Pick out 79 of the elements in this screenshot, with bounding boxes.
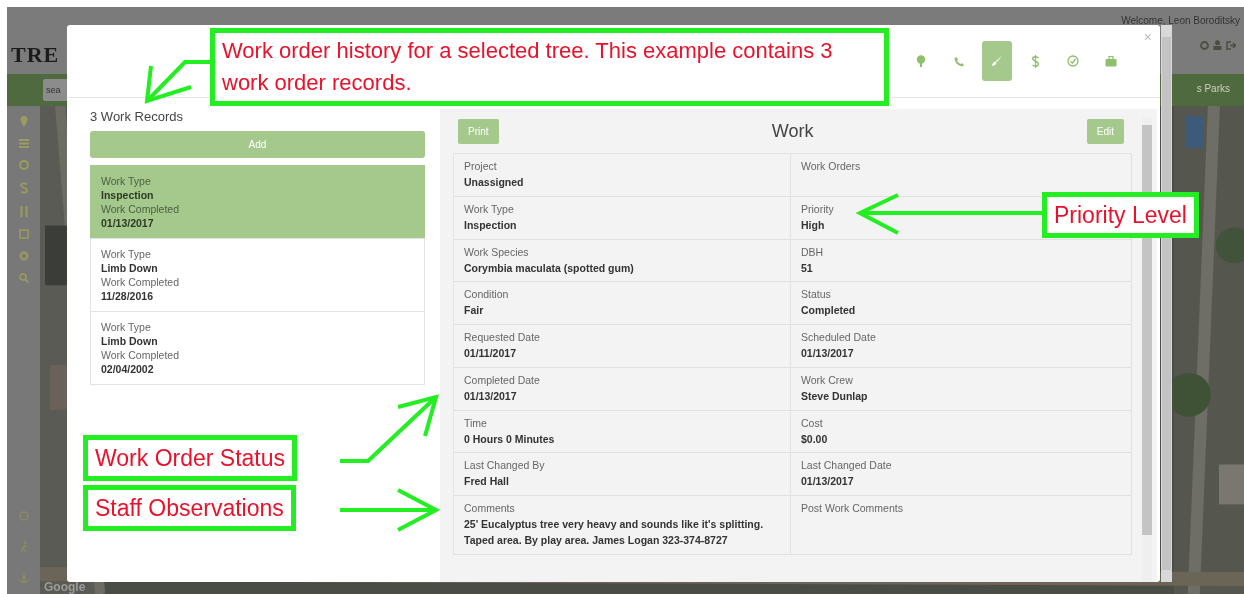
user-icon[interactable] [1213, 40, 1222, 50]
dollar-icon [1030, 54, 1040, 68]
field-label: Priority [801, 202, 835, 215]
field-label: Comments [464, 502, 516, 514]
records-title: 3 Work Records [90, 109, 184, 124]
dollar-icon[interactable] [19, 182, 28, 194]
record-type: Limb Down [101, 262, 159, 274]
field-value: Fred Hall [464, 474, 510, 490]
annotation-tooltip: Priority Level [1042, 192, 1199, 238]
record-label: Work Completed [101, 349, 180, 361]
field-value: 01/13/2017 [801, 346, 855, 361]
field-value: 25' Eucalyptus tree very heavy and sounds like it's splitting. Taped area. By play area. James Logan 323-374-8727 [464, 517, 765, 548]
field-label: Time [464, 416, 488, 429]
app-logo: TRE [11, 42, 60, 68]
field-label: Completed Date [464, 373, 541, 386]
record-date: 11/28/2016 [101, 290, 154, 302]
welcome-text: Welcome, Leon Boroditsky [1121, 15, 1240, 26]
toolbar-tab[interactable] [982, 41, 1012, 81]
field-value: Corymbia maculata (spotted gum) [464, 260, 635, 276]
nav-label: s Parks [1196, 83, 1230, 94]
record-label: Work Type [101, 248, 152, 260]
field-label: Last Changed By [464, 459, 546, 472]
field-value: Unassigned [464, 175, 525, 190]
annotation-tooltip: Work order history for a selected tree. This example contains 3 work order records. [210, 28, 889, 106]
field-value: Inspection [464, 217, 518, 233]
field-value: High [801, 217, 826, 233]
field-label: Condition [464, 288, 510, 301]
record-label: Work Type [101, 175, 152, 187]
field-label: Project [464, 160, 498, 172]
record-label: Work Type [101, 321, 152, 333]
map-credit: Google [44, 580, 86, 594]
field-label: Status [801, 288, 832, 301]
zoom-control[interactable] [1186, 116, 1204, 148]
field-label: Work Orders [801, 160, 862, 172]
field-value: Steve Dunlap [801, 388, 869, 404]
record-date: 01/13/2017 [101, 217, 155, 229]
logout-icon[interactable] [1226, 40, 1236, 50]
field-value: 51 [801, 260, 814, 276]
panel-title: Work [771, 120, 814, 142]
record-label: Work Completed [101, 203, 180, 215]
field-label: Requested Date [464, 331, 541, 343]
annotation-tooltip: Work Order Status [83, 435, 298, 481]
field-label: Last Changed Date [801, 459, 893, 472]
field-value: 0 Hours 0 Minutes [464, 431, 556, 447]
list-icon[interactable] [18, 139, 29, 148]
annotation-tooltip: Staff Observations [83, 485, 296, 531]
record-item[interactable]: Work Type Inspection Work Completed 01/13/2017 [90, 165, 425, 239]
pin-icon[interactable] [19, 116, 28, 127]
record-item[interactable]: Work Type Limb Down Work Completed 02/04/2002 [90, 311, 425, 385]
field-value: 01/13/2017 [464, 388, 518, 404]
field-label: Work Crew [801, 373, 854, 386]
edit-button[interactable]: Edit [1086, 118, 1124, 144]
record-label: Work Completed [101, 276, 180, 288]
close-button[interactable]: × [1143, 29, 1152, 45]
field-label: Work Species [464, 245, 530, 258]
field-value: 01/11/2017 [464, 346, 517, 361]
field-value: Fair [464, 303, 485, 319]
walker-icon[interactable] [19, 541, 28, 553]
field-value: $0.00 [801, 431, 829, 447]
field-label: DBH [801, 245, 825, 258]
tree-icon [916, 55, 926, 67]
add-button[interactable]: Add [90, 131, 425, 158]
search-icon[interactable] [18, 273, 29, 283]
field-label: Post Work Comments [801, 502, 904, 514]
anchor-icon[interactable] [18, 573, 29, 584]
field-value: 01/13/2017 [801, 474, 855, 490]
field-label: Scheduled Date [801, 331, 877, 343]
phone-icon [953, 55, 965, 67]
brush-icon [991, 55, 1003, 67]
edit-icon[interactable] [18, 229, 29, 239]
briefcase-icon [1105, 55, 1117, 67]
print-button[interactable]: Print [458, 118, 499, 144]
field-label: Cost [801, 416, 824, 429]
field-value: Completed [801, 303, 857, 319]
record-item[interactable]: Work Type Limb Down Work Completed 11/28/2016 [90, 238, 425, 312]
field-label: Work Type [464, 202, 515, 215]
record-type: Inspection [101, 189, 155, 201]
record-date: 02/04/2002 [101, 363, 155, 375]
record-type: Limb Down [101, 335, 159, 347]
